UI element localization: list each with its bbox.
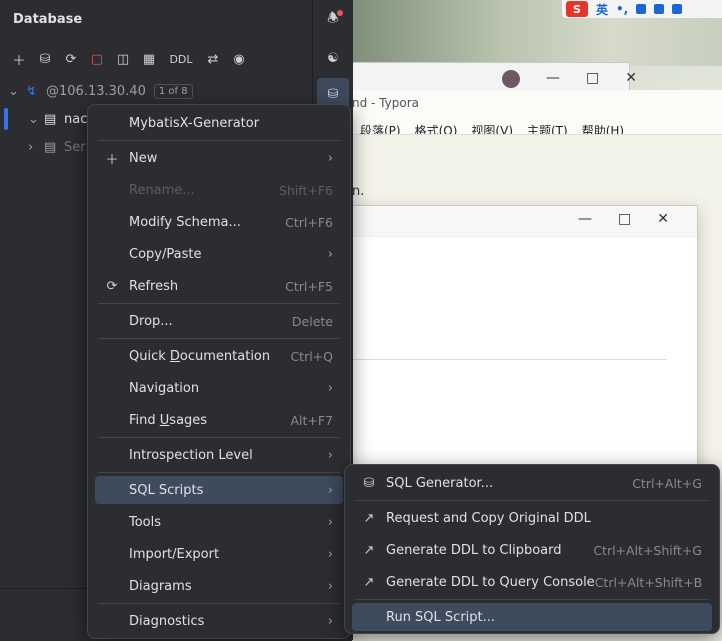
- tree-row-connection[interactable]: ⌄ ↯ @106.13.30.40 1 of 8: [8, 79, 193, 103]
- menu-item-tools[interactable]: Tools ›: [95, 508, 343, 536]
- chevron-right-icon: ›: [327, 578, 333, 594]
- chevron-right-icon: ›: [327, 514, 333, 530]
- menu-separator: [98, 472, 340, 473]
- menu-item-navigation[interactable]: Navigation ›: [95, 374, 343, 402]
- menu-item-drop[interactable]: Drop... Delete: [95, 307, 343, 335]
- server-objects-label: Ser: [64, 139, 86, 155]
- schema-label: nac: [64, 111, 88, 127]
- menu-separator: [355, 599, 709, 600]
- tool-window-title: Database: [13, 12, 83, 27]
- disconnect-icon[interactable]: ▢: [86, 48, 108, 70]
- ddl-button[interactable]: DDL: [164, 48, 198, 70]
- menu-separator: [98, 338, 340, 339]
- menu-item-introspection-level[interactable]: Introspection Level ›: [95, 441, 343, 469]
- menu-item-new[interactable]: ＋ New ›: [95, 144, 343, 172]
- console-icon[interactable]: ◫: [112, 48, 134, 70]
- menu-item-sql-scripts[interactable]: SQL Scripts ›: [95, 476, 343, 504]
- folder-icon: ▤: [44, 139, 57, 155]
- menu-item-request-copy-ddl[interactable]: ↗ Request and Copy Original DDL: [352, 504, 712, 532]
- maximize-icon[interactable]: □: [618, 211, 631, 227]
- menu-item-rename[interactable]: Rename... Shift+F6: [95, 176, 343, 204]
- chevron-down-icon[interactable]: ⌄: [8, 84, 22, 99]
- menu-separator: [98, 303, 340, 304]
- schema-icon: ▤: [44, 111, 57, 127]
- menu-item-generate-ddl-clipboard[interactable]: ↗ Generate DDL to Clipboard Ctrl+Alt+Shi…: [352, 536, 712, 564]
- chevron-right-icon[interactable]: ›: [28, 140, 42, 155]
- database-toolbar: ＋ ⛁ ⟳ ▢ ◫ ▦ DDL ⇄ ◉: [8, 48, 250, 70]
- chevron-right-icon: ›: [327, 482, 333, 498]
- minimize-icon[interactable]: —: [578, 211, 592, 227]
- typora-title: nd - Typora: [352, 96, 419, 110]
- add-icon[interactable]: ＋: [8, 48, 30, 70]
- chevron-right-icon: ›: [327, 447, 333, 463]
- external-link-icon: ↗: [363, 510, 375, 526]
- refresh-icon: ⟳: [106, 278, 118, 294]
- menu-item-refresh[interactable]: ⟳ Refresh Ctrl+F5: [95, 272, 343, 300]
- external-link-icon: ↗: [363, 542, 375, 558]
- menu-separator: [98, 140, 340, 141]
- chevron-right-icon: ›: [327, 546, 333, 562]
- menu-item-run-sql-script[interactable]: Run SQL Script...: [352, 603, 712, 631]
- menu-separator: [355, 500, 709, 501]
- maximize-icon[interactable]: □: [586, 70, 599, 88]
- plus-icon: ＋: [105, 152, 119, 168]
- dialog-divider: [353, 359, 667, 360]
- menu-item-find-usages[interactable]: Find Usages Alt+F7: [95, 406, 343, 434]
- tree-row-server-objects[interactable]: › ▤ Ser: [28, 135, 86, 159]
- chevron-right-icon: ›: [327, 380, 333, 396]
- tree-row-schema[interactable]: ⌄ ▤ nac: [28, 107, 87, 131]
- chevron-right-icon: ›: [327, 150, 333, 166]
- menu-item-diagnostics[interactable]: Diagnostics ›: [95, 607, 343, 635]
- microphone-icon[interactable]: [636, 4, 647, 14]
- menu-separator: [98, 603, 340, 604]
- ime-language-indicator[interactable]: 英: [596, 1, 608, 18]
- close-icon[interactable]: ✕: [625, 70, 637, 88]
- ime-logo: S: [566, 1, 588, 17]
- table-icon[interactable]: ▦: [138, 48, 160, 70]
- menu-item-import-export[interactable]: Import/Export ›: [95, 540, 343, 568]
- sql-scripts-submenu: ⛁ SQL Generator... Ctrl+Alt+G ↗ Request …: [344, 464, 720, 634]
- background-window-controls: — □ ✕: [502, 70, 637, 88]
- menu-item-mybatisx-generator[interactable]: MybatisX-Generator: [95, 109, 343, 137]
- tree-selection-marker: [4, 108, 8, 130]
- data-source-properties-icon[interactable]: ⛁: [34, 48, 56, 70]
- ime-toolbar[interactable]: S 英 •,: [562, 0, 722, 18]
- chevron-right-icon: ›: [327, 246, 333, 262]
- menu-item-quick-documentation[interactable]: Quick Documentation Ctrl+Q: [95, 342, 343, 370]
- chevron-right-icon: ›: [327, 613, 333, 629]
- jump-to-source-icon[interactable]: ⇄: [202, 48, 224, 70]
- view-options-icon[interactable]: ◉: [228, 48, 250, 70]
- database-icon: ⛁: [363, 475, 375, 491]
- notifications-icon[interactable]: 🕭: [317, 4, 349, 36]
- chevron-down-icon[interactable]: ⌄: [28, 112, 42, 127]
- dialog-window-controls: — □ ✕: [578, 211, 669, 227]
- notification-dot: [337, 10, 343, 16]
- ime-skin-icon[interactable]: [672, 4, 683, 14]
- ai-assistant-icon[interactable]: ☯: [317, 42, 349, 74]
- minimize-icon[interactable]: —: [546, 70, 560, 88]
- menu-item-diagrams[interactable]: Diagrams ›: [95, 572, 343, 600]
- refresh-icon[interactable]: ⟳: [60, 48, 82, 70]
- ime-punct-icon[interactable]: •,: [616, 2, 628, 16]
- schema-count-badge[interactable]: 1 of 8: [153, 83, 193, 99]
- close-icon[interactable]: ✕: [657, 211, 669, 227]
- avatar: [502, 70, 520, 88]
- menu-item-generate-ddl-console[interactable]: ↗ Generate DDL to Query Console Ctrl+Alt…: [352, 568, 712, 596]
- database-connection-icon: ↯: [26, 83, 37, 99]
- menu-item-sql-generator[interactable]: ⛁ SQL Generator... Ctrl+Alt+G: [352, 469, 712, 497]
- external-link-icon: ↗: [363, 574, 375, 590]
- menu-item-modify-schema[interactable]: Modify Schema... Ctrl+F6: [95, 208, 343, 236]
- connection-host: @106.13.30.40: [46, 83, 146, 99]
- context-menu: MybatisX-Generator ＋ New › Rename... Shi…: [87, 104, 351, 639]
- menu-separator: [98, 437, 340, 438]
- menu-item-copy-paste[interactable]: Copy/Paste ›: [95, 240, 343, 268]
- typora-body-text: n.: [352, 184, 365, 199]
- keyboard-icon[interactable]: [654, 4, 665, 14]
